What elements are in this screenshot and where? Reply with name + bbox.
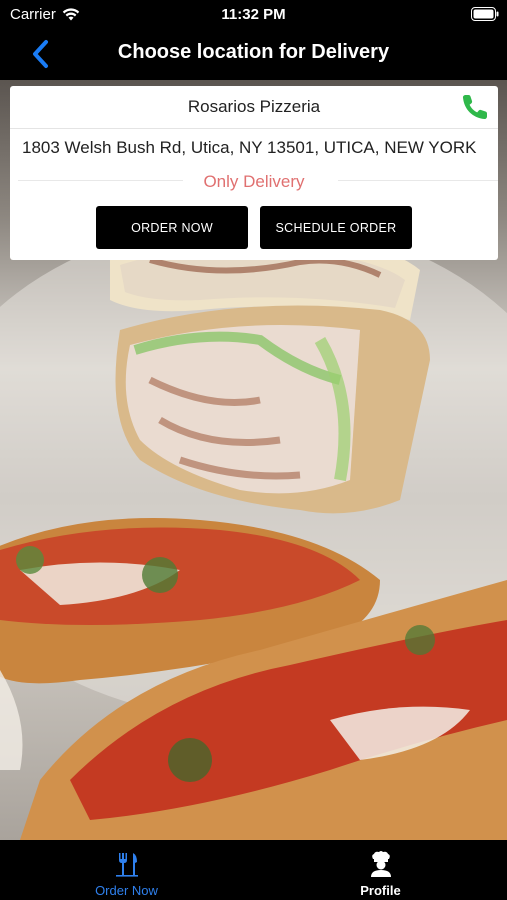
delivery-mode-label: Only Delivery bbox=[203, 172, 305, 191]
tab-order-now[interactable]: Order Now bbox=[0, 840, 253, 900]
fork-knife-icon bbox=[115, 853, 138, 877]
nav-bar: Choose location for Delivery bbox=[0, 28, 507, 80]
restaurant-name: Rosarios Pizzeria bbox=[187, 97, 321, 116]
battery-icon bbox=[471, 7, 499, 25]
status-bar: Carrier 11:32 PM bbox=[0, 0, 507, 28]
tab-profile-label: Profile bbox=[360, 883, 401, 898]
location-card: Rosarios Pizzeria 1803 Welsh Bush Rd, Ut… bbox=[10, 86, 498, 260]
phone-icon bbox=[462, 95, 487, 120]
status-time: 11:32 PM bbox=[221, 6, 286, 23]
restaurant-address: 1803 Welsh Bush Rd, Utica, NY 13501, UTI… bbox=[22, 138, 477, 157]
tab-bar: Order Now Profile bbox=[0, 840, 507, 900]
schedule-order-button[interactable]: SCHEDULE ORDER bbox=[260, 206, 412, 249]
tab-order-now-label: Order Now bbox=[95, 883, 158, 898]
card-divider bbox=[10, 128, 498, 129]
tab-profile[interactable]: Profile bbox=[254, 840, 507, 900]
page-title: Choose location for Delivery bbox=[117, 41, 390, 63]
order-now-button[interactable]: ORDER NOW bbox=[96, 206, 248, 249]
call-button[interactable] bbox=[460, 92, 490, 122]
chef-avatar-icon bbox=[370, 851, 391, 877]
